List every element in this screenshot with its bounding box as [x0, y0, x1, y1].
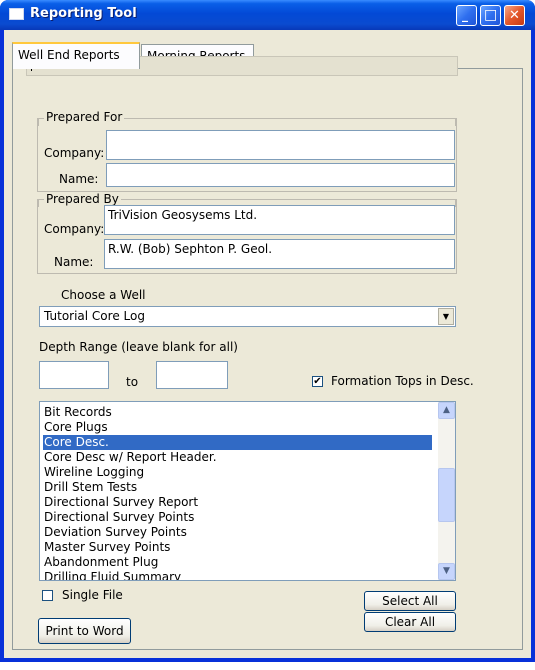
select-all-button[interactable]: Select All	[364, 591, 456, 611]
depth-to-label: to	[126, 375, 139, 389]
scroll-up-icon[interactable]: ▲	[438, 402, 455, 419]
list-item[interactable]: Core Plugs	[43, 420, 432, 435]
prepared-by-company-label: Company:	[44, 222, 105, 236]
list-item[interactable]: Bit Records	[43, 405, 432, 420]
well-select-value: Tutorial Core Log	[44, 309, 145, 323]
prepared-for-name-input[interactable]	[106, 163, 455, 187]
title-bar[interactable]: Reporting Tool _ □ ✕	[0, 0, 535, 30]
list-item[interactable]: Drilling Fluid Summary	[43, 570, 432, 580]
prepared-for-name-label: Name:	[59, 172, 99, 186]
maximize-button[interactable]: □	[480, 5, 501, 26]
list-item[interactable]: Directional Survey Points	[43, 510, 432, 525]
single-file-checkbox[interactable]	[42, 590, 53, 601]
tab-well-end-reports[interactable]: Well End Reports	[12, 42, 140, 69]
choose-well-label: Choose a Well	[61, 288, 146, 302]
minimize-icon: _	[462, 8, 468, 22]
prepared-for-company-label: Company:	[44, 146, 105, 160]
print-to-word-button[interactable]: Print to Word	[38, 618, 131, 644]
prepared-by-company-input[interactable]: TriVision Geosysems Ltd.	[104, 205, 455, 235]
depth-from-input[interactable]	[39, 361, 109, 389]
clear-all-button[interactable]: Clear All	[364, 612, 456, 632]
list-item[interactable]: Master Survey Points	[43, 540, 432, 555]
maximize-icon: □	[484, 7, 498, 23]
close-icon: ✕	[509, 8, 520, 23]
list-item[interactable]: Wireline Logging	[43, 465, 432, 480]
prepared-for-company-input[interactable]	[106, 130, 455, 160]
list-item[interactable]: Core Desc w/ Report Header.	[43, 450, 432, 465]
list-item[interactable]: Deviation Survey Points	[43, 525, 432, 540]
list-item-selected[interactable]: Core Desc.	[43, 435, 432, 450]
prepared-for-title: Prepared For	[44, 110, 125, 124]
list-item[interactable]: Directional Survey Report	[43, 495, 432, 510]
list-item[interactable]: Abandonment Plug	[43, 555, 432, 570]
window-title: Reporting Tool	[30, 6, 137, 21]
list-item[interactable]: Drill Stem Tests	[43, 480, 432, 495]
single-file-label: Single File	[62, 588, 123, 602]
close-button[interactable]: ✕	[504, 5, 525, 26]
formation-tops-label: Formation Tops in Desc.	[331, 374, 474, 388]
report-list[interactable]: Bit Records Core Plugs Core Desc. Core D…	[39, 401, 456, 581]
window-icon	[9, 8, 24, 20]
prepared-by-title: Prepared By	[44, 192, 121, 206]
minimize-button[interactable]: _	[456, 5, 477, 26]
chevron-down-icon[interactable]: ▼	[438, 308, 454, 325]
list-scrollbar[interactable]: ▲ ▼	[438, 402, 455, 580]
formation-tops-checkbox[interactable]: ✔	[312, 376, 323, 387]
prepared-by-name-label: Name:	[54, 255, 94, 269]
prepared-by-name-input[interactable]: R.W. (Bob) Sephton P. Geol.	[104, 239, 455, 269]
scroll-thumb[interactable]	[438, 468, 455, 522]
depth-range-label: Depth Range (leave blank for all)	[39, 340, 238, 354]
well-select[interactable]: Tutorial Core Log ▼	[39, 306, 456, 327]
depth-to-input[interactable]	[156, 361, 228, 389]
scroll-down-icon[interactable]: ▼	[438, 563, 455, 580]
